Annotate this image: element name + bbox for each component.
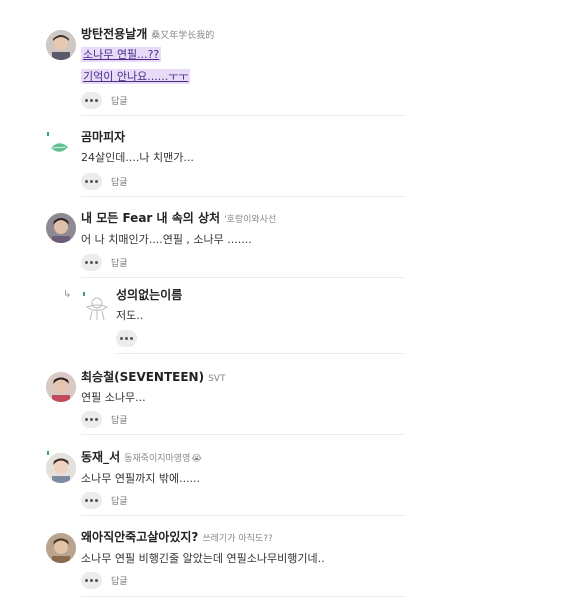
highlight-text: 기억이 안나요......ㅜㅜ: [81, 69, 191, 84]
comment-subtitle: 쓰레기가 아직도??: [202, 534, 273, 544]
status-tick: [83, 292, 85, 296]
comment-list: 방탄전용날개 桑又年学长我的 소나무 연필...?? 기억이 안나요......ㅜ…: [0, 0, 575, 600]
avatar[interactable]: [46, 533, 76, 563]
comment-author[interactable]: 곰마피자: [81, 130, 125, 144]
dot-icon: [85, 579, 88, 582]
reply-button[interactable]: 답글: [111, 494, 128, 507]
avatar[interactable]: [46, 372, 76, 402]
divider: [81, 515, 405, 516]
comment-header: 내 모든 Fear 내 속의 상처 '호랑이와사선: [81, 211, 276, 227]
more-options-button[interactable]: [81, 254, 102, 271]
dot-icon: [95, 261, 98, 264]
dot-icon: [85, 499, 88, 502]
reply-button[interactable]: 답글: [111, 94, 128, 107]
comment-actions: [116, 330, 137, 347]
dot-icon: [95, 499, 98, 502]
comment-text-line: 소나무 연필...??: [81, 47, 162, 62]
comment-actions: 답글: [81, 92, 128, 109]
more-options-button[interactable]: [81, 492, 102, 509]
comment-subtitle: 동재죽이지마영영: [124, 454, 191, 464]
dot-icon: [90, 180, 93, 183]
dot-icon: [90, 499, 93, 502]
reply-arrow-icon: ↳: [63, 289, 72, 300]
divider: [81, 596, 405, 597]
divider: [116, 353, 405, 354]
more-options-button[interactable]: [81, 411, 102, 428]
comment-header: 성의없는이름: [116, 288, 182, 302]
divider: [81, 115, 405, 116]
leaf-icon: [46, 136, 76, 166]
dot-icon: [90, 418, 93, 421]
divider: [81, 277, 405, 278]
comment-subtitle: '호랑이와사선: [224, 215, 277, 225]
comment-text: 24살인데....나 치맨가...: [81, 151, 194, 164]
dot-icon: [85, 418, 88, 421]
comment-author[interactable]: 방탄전용날개: [81, 27, 147, 41]
sketch-avatar[interactable]: [82, 293, 112, 323]
reply-button[interactable]: 답글: [111, 574, 128, 587]
comment-text: 소나무 연필 비행긴줄 알았는데 연필소나무비행기네..: [81, 552, 325, 565]
crying-emoji-icon: 😭: [191, 454, 202, 464]
divider: [81, 434, 405, 435]
comment-actions: 답글: [81, 411, 128, 428]
reply-button[interactable]: 답글: [111, 256, 128, 269]
reply-button[interactable]: 답글: [111, 413, 128, 426]
dot-icon: [90, 579, 93, 582]
comment-author[interactable]: 최승철(SEVENTEEN): [81, 370, 204, 384]
comment-header: 방탄전용날개 桑又年学长我的: [81, 27, 214, 43]
comment-author[interactable]: 내 모든 Fear 내 속의 상처: [81, 211, 220, 225]
comment-actions: 답글: [81, 492, 128, 509]
status-tick: [47, 451, 49, 455]
dot-icon: [95, 180, 98, 183]
comment-text: 소나무 연필까지 밖에......: [81, 472, 201, 485]
dot-icon: [95, 579, 98, 582]
dot-icon: [90, 99, 93, 102]
dot-icon: [120, 337, 123, 340]
avatar[interactable]: [46, 30, 76, 60]
dot-icon: [85, 180, 88, 183]
status-tick: [47, 132, 49, 136]
comment-header: 왜아직안죽고살아있지? 쓰레기가 아직도??: [81, 530, 273, 546]
comment-actions: 답글: [81, 572, 128, 589]
avatar[interactable]: [46, 213, 76, 243]
comment-header: 동재_서 동재죽이지마영영😭: [81, 450, 202, 466]
highlight-text: 소나무 연필...??: [81, 47, 162, 62]
dot-icon: [95, 99, 98, 102]
dot-icon: [125, 337, 128, 340]
comment-author[interactable]: 성의없는이름: [116, 288, 182, 302]
comment-text: 어 나 치매인가....연필 , 소나무 .......: [81, 233, 252, 246]
more-options-button[interactable]: [116, 330, 137, 347]
divider: [81, 196, 405, 197]
dot-icon: [85, 261, 88, 264]
comment-author[interactable]: 왜아직안죽고살아있지?: [81, 530, 198, 544]
dot-icon: [130, 337, 133, 340]
comment-author[interactable]: 동재_서: [81, 450, 120, 464]
dot-icon: [85, 99, 88, 102]
comment-header: 곰마피자: [81, 130, 125, 144]
comment-actions: 답글: [81, 254, 128, 271]
comment-header: 최승철(SEVENTEEN) SVT: [81, 370, 225, 386]
more-options-button[interactable]: [81, 572, 102, 589]
dot-icon: [95, 418, 98, 421]
avatar[interactable]: [46, 453, 76, 483]
more-options-button[interactable]: [81, 173, 102, 190]
reply-button[interactable]: 답글: [111, 175, 128, 188]
more-options-button[interactable]: [81, 92, 102, 109]
dot-icon: [90, 261, 93, 264]
comment-subtitle: 桑又年学长我的: [151, 31, 215, 41]
comment-text: 연필 소나무...: [81, 391, 146, 404]
comment-subtitle: SVT: [208, 374, 226, 384]
comment-actions: 답글: [81, 173, 128, 190]
comment-text: 저도..: [116, 309, 144, 322]
comment-text-line: 기억이 안나요......ㅜㅜ: [81, 69, 191, 84]
